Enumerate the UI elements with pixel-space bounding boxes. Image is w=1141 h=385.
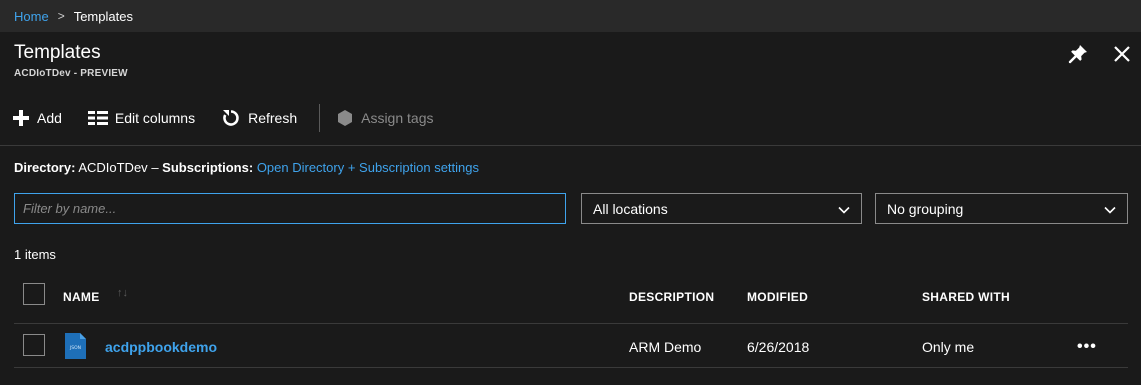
directory-name: ACDIoTDev xyxy=(78,160,148,175)
column-header-description[interactable]: DESCRIPTION xyxy=(629,290,714,304)
directory-info: Directory: ACDIoTDev – Subscriptions: Op… xyxy=(14,160,479,175)
header-divider xyxy=(0,145,1141,146)
subscription-settings-link[interactable]: Open Directory + Subscription settings xyxy=(257,160,479,175)
page-title: Templates xyxy=(14,42,101,63)
directory-dash: – xyxy=(151,160,159,175)
column-header-name[interactable]: NAME xyxy=(63,290,100,304)
items-count: 1 items xyxy=(14,247,56,262)
select-all-checkbox[interactable] xyxy=(23,283,45,305)
refresh-icon xyxy=(223,110,239,126)
breadcrumb-current: Templates xyxy=(73,8,133,24)
pin-icon[interactable] xyxy=(1066,42,1090,66)
filter-by-name-input[interactable] xyxy=(14,193,566,224)
toolbar-divider xyxy=(319,104,321,132)
blade-header: Templates ACDIoTDev - PREVIEW xyxy=(0,32,1141,90)
plus-icon xyxy=(13,110,29,126)
locations-dropdown[interactable]: All locations xyxy=(581,193,862,224)
row-description: ARM Demo xyxy=(629,339,702,355)
sort-icon[interactable]: ↑↓ xyxy=(117,287,128,299)
row-shared-with: Only me xyxy=(922,339,975,355)
add-button[interactable]: Add xyxy=(12,109,62,127)
page-subtitle: ACDIoTDev - PREVIEW xyxy=(14,68,128,79)
template-name-link[interactable]: acdppbookdemo xyxy=(105,339,217,355)
directory-label: Directory: xyxy=(14,160,76,175)
column-header-shared-with[interactable]: SHARED WITH xyxy=(922,290,1010,304)
breadcrumb-home-link[interactable]: Home xyxy=(14,9,49,24)
breadcrumb: Home > Templates xyxy=(0,0,1141,32)
more-icon[interactable]: ••• xyxy=(1077,338,1097,356)
grouping-dropdown[interactable]: No grouping xyxy=(875,193,1128,224)
add-label: Add xyxy=(37,110,62,126)
refresh-label: Refresh xyxy=(248,110,298,126)
grouping-value: No grouping xyxy=(887,200,964,217)
refresh-button[interactable]: Refresh xyxy=(221,108,297,128)
json-file-icon: JSON xyxy=(65,333,86,359)
svg-text:JSON: JSON xyxy=(69,345,81,351)
command-bar: Add Edit columns Refresh Assign tags xyxy=(0,98,1141,138)
close-icon[interactable] xyxy=(1110,42,1134,66)
edit-columns-label: Edit columns xyxy=(114,110,196,126)
assign-tags-button[interactable]: Assign tags xyxy=(336,109,433,127)
chevron-down-icon xyxy=(1104,206,1116,214)
edit-columns-button[interactable]: Edit columns xyxy=(87,110,196,126)
columns-icon xyxy=(87,111,108,125)
table-row-divider xyxy=(14,367,1128,368)
table-header-divider xyxy=(14,323,1128,324)
subscriptions-label: Subscriptions: xyxy=(162,160,254,175)
assign-tags-label: Assign tags xyxy=(361,110,434,126)
breadcrumb-separator: > xyxy=(57,9,65,23)
row-checkbox[interactable] xyxy=(23,334,45,356)
row-modified: 6/26/2018 xyxy=(747,339,810,355)
locations-value: All locations xyxy=(593,200,668,217)
column-header-modified[interactable]: MODIFIED xyxy=(747,290,808,304)
chevron-down-icon xyxy=(838,206,850,214)
tag-icon xyxy=(338,110,353,126)
